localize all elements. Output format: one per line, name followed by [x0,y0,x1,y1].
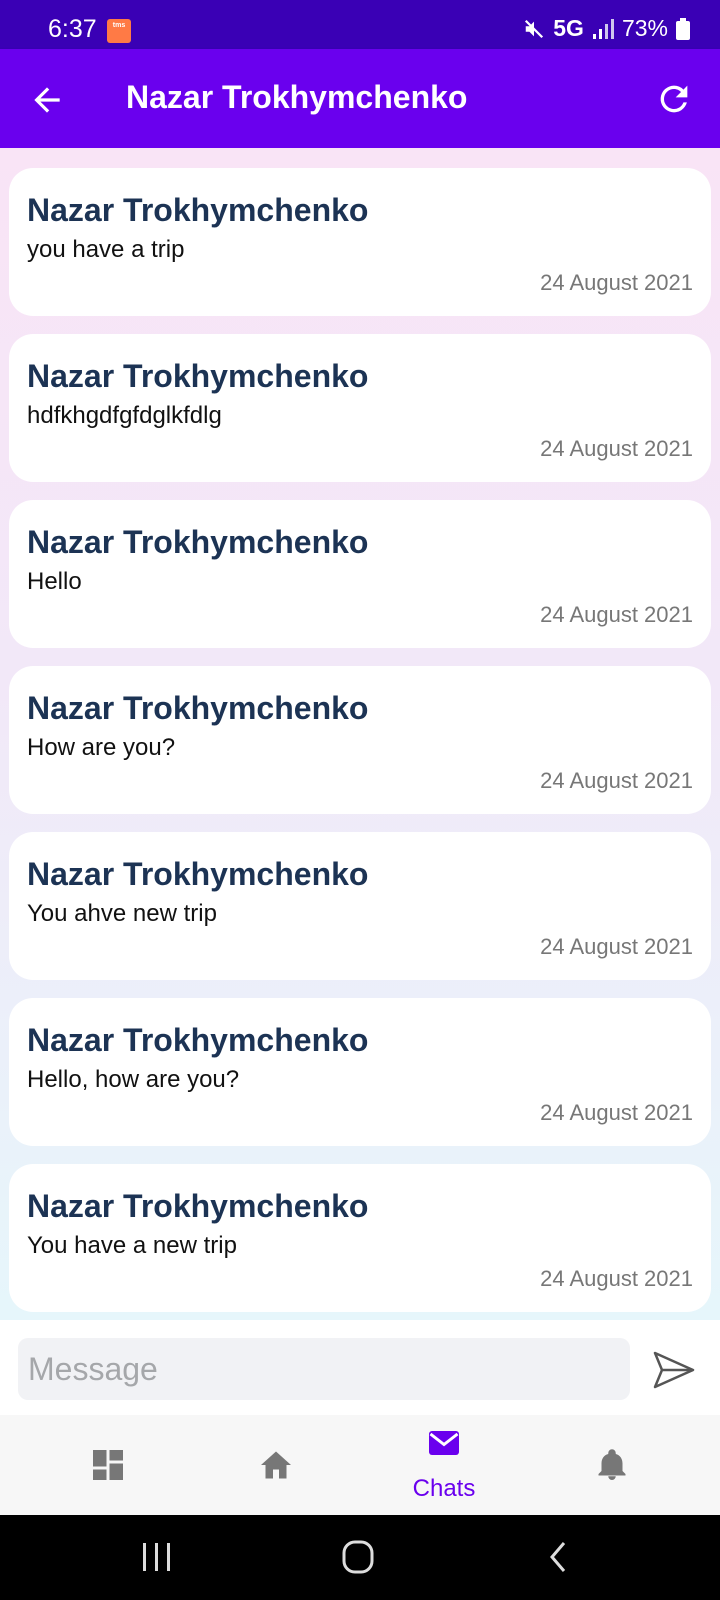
network-type: 5G [553,15,584,41]
app-bar: Nazar Trokhymchenko [0,49,720,148]
bottom-navigation: Chats [0,1415,720,1515]
back-arrow-icon[interactable] [28,81,66,119]
status-bar: 6:37 tms 5G 73% [0,0,720,49]
message-list[interactable]: Nazar Trokhymchenko you have a trip 24 A… [0,148,720,1320]
message-card[interactable]: Nazar Trokhymchenko You have a new trip … [9,1164,711,1312]
tms-notification-icon: tms [107,19,131,43]
page-title: Nazar Trokhymchenko [126,79,468,115]
message-text: You ahve new trip [27,900,217,927]
message-card[interactable]: Nazar Trokhymchenko hdfkhgdfgfdglkfdlg 2… [9,334,711,482]
sender-name: Nazar Trokhymchenko [27,192,369,228]
nav-item-chats[interactable]: Chats [384,1415,504,1515]
sender-name: Nazar Trokhymchenko [27,856,369,892]
message-card[interactable]: Nazar Trokhymchenko How are you? 24 Augu… [9,666,711,814]
message-card[interactable]: Nazar Trokhymchenko Hello, how are you? … [9,998,711,1146]
battery-percent: 73% [621,15,668,41]
message-text: you have a trip [27,236,185,263]
message-input[interactable] [18,1338,630,1400]
message-card[interactable]: Nazar Trokhymchenko you have a trip 24 A… [9,168,711,316]
home-system-icon[interactable] [338,1539,378,1575]
system-navigation-bar [0,1515,720,1600]
status-time: 6:37 [48,15,97,43]
message-card[interactable]: Nazar Trokhymchenko Hello 24 August 2021 [9,500,711,648]
send-icon[interactable] [652,1350,696,1390]
home-icon [261,1451,291,1479]
status-indicators: 5G 73% [523,15,690,42]
mute-icon [525,19,544,38]
mail-icon [429,1431,459,1455]
bell-icon [598,1449,626,1480]
message-composer [0,1320,720,1415]
sender-name: Nazar Trokhymchenko [27,690,369,726]
sender-name: Nazar Trokhymchenko [27,1022,369,1058]
recent-apps-icon[interactable] [137,1539,177,1575]
message-date: 24 August 2021 [540,768,693,793]
nav-label-chats: Chats [412,1475,476,1502]
message-date: 24 August 2021 [540,1266,693,1291]
message-date: 24 August 2021 [540,1100,693,1125]
message-date: 24 August 2021 [540,602,693,627]
sender-name: Nazar Trokhymchenko [27,358,369,394]
refresh-icon[interactable] [654,79,694,119]
nav-item-notifications[interactable] [552,1415,672,1515]
message-date: 24 August 2021 [540,934,693,959]
sender-name: Nazar Trokhymchenko [27,524,369,560]
sender-name: Nazar Trokhymchenko [27,1188,369,1224]
message-text: Hello [27,568,82,595]
message-text: Hello, how are you? [27,1066,240,1093]
nav-item-home[interactable] [216,1415,336,1515]
battery-icon [676,17,690,40]
message-text: hdfkhgdfgfdglkfdlg [27,402,222,429]
message-text: How are you? [27,734,176,761]
message-date: 24 August 2021 [540,270,693,295]
back-system-icon[interactable] [540,1539,580,1575]
signal-icon [592,18,614,39]
message-date: 24 August 2021 [540,436,693,461]
dashboard-icon [93,1450,123,1480]
message-card[interactable]: Nazar Trokhymchenko You ahve new trip 24… [9,832,711,980]
nav-item-dashboard[interactable] [48,1415,168,1515]
message-text: You have a new trip [27,1232,237,1259]
